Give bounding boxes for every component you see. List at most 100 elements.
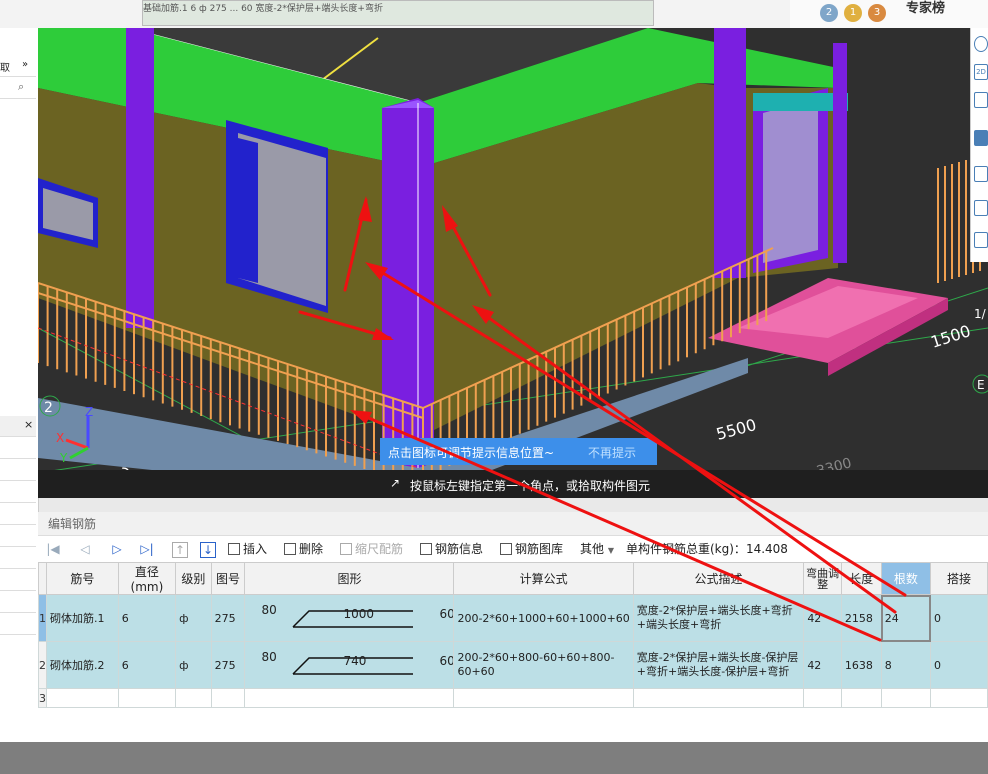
- row-index[interactable]: 1: [38, 594, 47, 642]
- column-header[interactable]: 公式描述: [632, 562, 805, 595]
- column-header[interactable]: 图号: [210, 562, 246, 595]
- column-header[interactable]: 长度: [840, 562, 882, 595]
- bar-name-cell[interactable]: 砌体加筋.1: [46, 594, 119, 642]
- rebar-table: 筋号 直径(mm) 级别 图号 图形 计算公式 公式描述 弯曲调整 长度 根数 …: [38, 562, 988, 708]
- cursor-icon: ↗: [390, 476, 401, 490]
- shape-left-value: 80: [261, 603, 277, 617]
- shape-left-value: 80: [261, 650, 277, 664]
- view-box-icon[interactable]: [974, 166, 988, 182]
- axis-y-label: Y: [59, 451, 68, 465]
- list-icon[interactable]: [974, 232, 988, 248]
- move-down-icon[interactable]: ↓: [200, 542, 216, 558]
- row-index[interactable]: 3: [38, 688, 47, 708]
- view-box-icon[interactable]: [974, 92, 988, 108]
- count-cell[interactable]: 8: [880, 641, 932, 689]
- tip-dismiss-link[interactable]: 不再提示: [588, 444, 636, 461]
- shape-right-value: 60: [439, 607, 454, 621]
- formula-desc-cell[interactable]: 宽度-2*保护层+端头长度-保护层+弯折+端头长度-保护层+弯折: [632, 641, 805, 689]
- lap-cell[interactable]: 0: [930, 594, 988, 642]
- left-search[interactable]: ⌕: [0, 78, 36, 99]
- expert-rank-panel[interactable]: 2 1 3 专家榜: [790, 0, 988, 28]
- insert-button[interactable]: 插入: [228, 540, 267, 558]
- lap-cell[interactable]: 0: [930, 641, 988, 689]
- list-item[interactable]: [0, 482, 36, 503]
- tip-text: 点击图标可调节提示信息位置~: [388, 446, 555, 460]
- length-cell[interactable]: 2158: [840, 594, 882, 642]
- top-thumbnail: 基础加筋.1 6 ф 275 ... 60 宽度-2*保护层+端头长度+弯折: [142, 0, 654, 26]
- list-item[interactable]: [0, 614, 36, 635]
- trash-icon: [284, 543, 296, 555]
- orbit-icon[interactable]: [974, 36, 988, 52]
- table-row[interactable]: 3: [38, 688, 988, 708]
- close-icon[interactable]: ×: [24, 418, 33, 431]
- left-panel: 取» ⌕ ×: [0, 28, 39, 742]
- next-row-icon[interactable]: ▷: [110, 542, 124, 556]
- other-menu-button[interactable]: 其他 ▼: [580, 540, 614, 558]
- total-weight: 单构件钢筋总重(kg)：14.408: [626, 542, 788, 556]
- medal-icon: 1: [844, 4, 862, 22]
- last-row-icon[interactable]: ▷|: [140, 542, 154, 556]
- scale-rebar-button[interactable]: 缩尺配筋: [340, 540, 403, 558]
- column-header[interactable]: 弯曲调整: [803, 562, 842, 595]
- list-item[interactable]: [0, 592, 36, 613]
- table-row[interactable]: 2 砌体加筋.2 6 ф 275 80 740 60 200-2*60+800-…: [38, 641, 988, 689]
- status-bar: ↗ 按鼠标左键指定第一个角点，或拾取构件图元: [38, 470, 988, 498]
- rank-title: 专家榜: [906, 1, 946, 16]
- grade-cell[interactable]: ф: [175, 641, 212, 689]
- editor-toolbar: |◀ ◁ ▷ ▷| ↑ ↓ 插入 删除 缩尺配筋 钢筋信息 钢筋图库 其他 ▼ …: [38, 536, 988, 562]
- column-header[interactable]: 搭接: [930, 562, 988, 595]
- library-icon: [500, 543, 512, 555]
- grid-marker: 1/: [974, 307, 987, 321]
- formula-cell[interactable]: 200-2*60+800-60+60+800-60+60: [453, 641, 634, 689]
- medal-icon: 2: [820, 4, 838, 22]
- building-model: 3800 5500 1500 3300 3800 2 1 E 1/ Z X Y: [38, 28, 988, 498]
- list-item[interactable]: [0, 526, 36, 547]
- delete-button[interactable]: 删除: [284, 540, 323, 558]
- column-header[interactable]: 根数: [880, 562, 932, 595]
- diameter-cell[interactable]: 6: [117, 641, 177, 689]
- column-header[interactable]: 级别: [175, 562, 212, 595]
- row-index[interactable]: 2: [38, 641, 47, 689]
- search-icon[interactable]: ⌕: [18, 80, 24, 94]
- view-box-icon[interactable]: [974, 130, 988, 146]
- column-header[interactable]: 计算公式: [453, 562, 634, 595]
- figure-no-cell[interactable]: 275: [210, 641, 246, 689]
- 3d-viewport[interactable]: 3800 5500 1500 3300 3800 2 1 E 1/ Z X Y: [38, 28, 988, 498]
- table-row[interactable]: 1 砌体加筋.1 6 ф 275 80 1000 60 200-2*60+100…: [38, 594, 988, 642]
- info-icon: [420, 543, 432, 555]
- medal-icon: 3: [868, 4, 886, 22]
- list-item[interactable]: [0, 504, 36, 525]
- list-item[interactable]: [0, 570, 36, 591]
- prev-row-icon[interactable]: ◁: [78, 542, 92, 556]
- length-cell[interactable]: 1638: [840, 641, 882, 689]
- formula-desc-cell[interactable]: 宽度-2*保护层+端头长度+弯折+端头长度+弯折: [632, 594, 805, 642]
- bend-cell[interactable]: 42: [803, 594, 842, 642]
- column-header[interactable]: 图形: [244, 562, 455, 595]
- bend-cell[interactable]: 42: [803, 641, 842, 689]
- list-item[interactable]: [0, 438, 36, 459]
- first-row-icon[interactable]: |◀: [46, 542, 60, 556]
- figure-no-cell[interactable]: 275: [210, 594, 246, 642]
- list-item[interactable]: [0, 548, 36, 569]
- 2d-view-icon[interactable]: 2D: [974, 64, 988, 80]
- move-up-icon[interactable]: ↑: [172, 542, 188, 558]
- list-item[interactable]: [0, 460, 36, 481]
- left-panel-header: ×: [0, 416, 36, 437]
- shape-right-value: 60: [439, 654, 454, 668]
- rebar-editor-panel: 编辑钢筋 |◀ ◁ ▷ ▷| ↑ ↓ 插入 删除 缩尺配筋 钢筋信息 钢筋图库 …: [38, 512, 988, 742]
- cube-icon[interactable]: [974, 200, 988, 216]
- rebar-info-button[interactable]: 钢筋信息: [420, 540, 483, 558]
- diameter-cell[interactable]: 6: [117, 594, 177, 642]
- bar-name-cell[interactable]: 砌体加筋.2: [46, 641, 119, 689]
- shape-cell[interactable]: 80 1000 60: [244, 594, 455, 642]
- column-header[interactable]: 筋号: [46, 562, 119, 595]
- column-header[interactable]: 直径(mm): [117, 562, 177, 595]
- shape-cell[interactable]: 80 740 60: [244, 641, 455, 689]
- formula-cell[interactable]: 200-2*60+1000+60+1000+60: [453, 594, 634, 642]
- expand-icon[interactable]: »: [22, 59, 28, 70]
- tip-banner[interactable]: 点击图标可调节提示信息位置~ 不再提示: [380, 438, 657, 465]
- count-cell[interactable]: 24: [880, 594, 932, 642]
- rebar-library-button[interactable]: 钢筋图库: [500, 540, 563, 558]
- left-panel-tab[interactable]: 取»: [0, 56, 36, 77]
- grade-cell[interactable]: ф: [175, 594, 212, 642]
